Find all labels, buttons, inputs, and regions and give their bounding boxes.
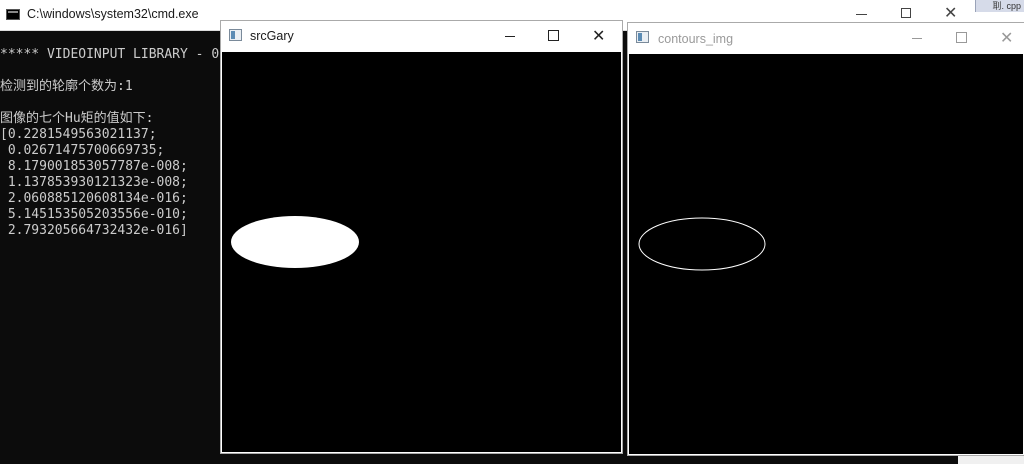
image-canvas: [629, 54, 1023, 454]
contour-ellipse: [638, 217, 766, 271]
close-button[interactable]: ✕: [944, 3, 957, 23]
maximize-button[interactable]: [956, 32, 967, 43]
window-titlebar[interactable]: srcGary ✕: [221, 21, 622, 52]
maximize-button[interactable]: [548, 30, 559, 41]
cmd-icon: [6, 9, 20, 20]
app-icon: [229, 29, 242, 41]
minimize-button[interactable]: [503, 30, 519, 44]
console-line: 0.02671475700669735;: [0, 143, 165, 158]
console-line: ***** VIDEOINPUT LIBRARY - 0: [0, 47, 220, 62]
maximize-button[interactable]: [901, 8, 911, 18]
cmd-title: C:\windows\system32\cmd.exe: [27, 7, 199, 21]
minimize-button[interactable]: [854, 2, 870, 22]
window-titlebar[interactable]: contours_img ✕: [628, 23, 1024, 54]
console-line: 检测到的轮廓个数为:1: [0, 79, 133, 94]
console-line: 2.793205664732432e-016]: [0, 223, 188, 238]
console-line: 8.179001853057787e-008;: [0, 159, 188, 174]
contours-img-window[interactable]: contours_img ✕: [628, 23, 1024, 455]
filled-ellipse: [231, 216, 359, 268]
app-icon: [636, 31, 649, 43]
console-line: 图像的七个Hu矩的值如下:: [0, 111, 154, 126]
window-title: contours_img: [658, 32, 734, 46]
srcgary-window[interactable]: srcGary ✕: [221, 21, 622, 453]
minimize-button[interactable]: [910, 32, 926, 46]
console-line: 5.145153505203556e-010;: [0, 207, 188, 222]
window-title: srcGary: [250, 29, 294, 43]
close-button[interactable]: ✕: [592, 26, 605, 46]
image-canvas: [222, 52, 621, 452]
console-line: 1.137853930121323e-008;: [0, 175, 188, 190]
image-svg: [231, 216, 359, 268]
console-line: [0.2281549563021137;: [0, 127, 157, 142]
console-line: 2.060885120608134e-016;: [0, 191, 188, 206]
image-svg: [638, 217, 766, 271]
editor-tab[interactable]: 刵. cpp: [975, 0, 1024, 12]
close-button[interactable]: ✕: [1000, 28, 1013, 48]
